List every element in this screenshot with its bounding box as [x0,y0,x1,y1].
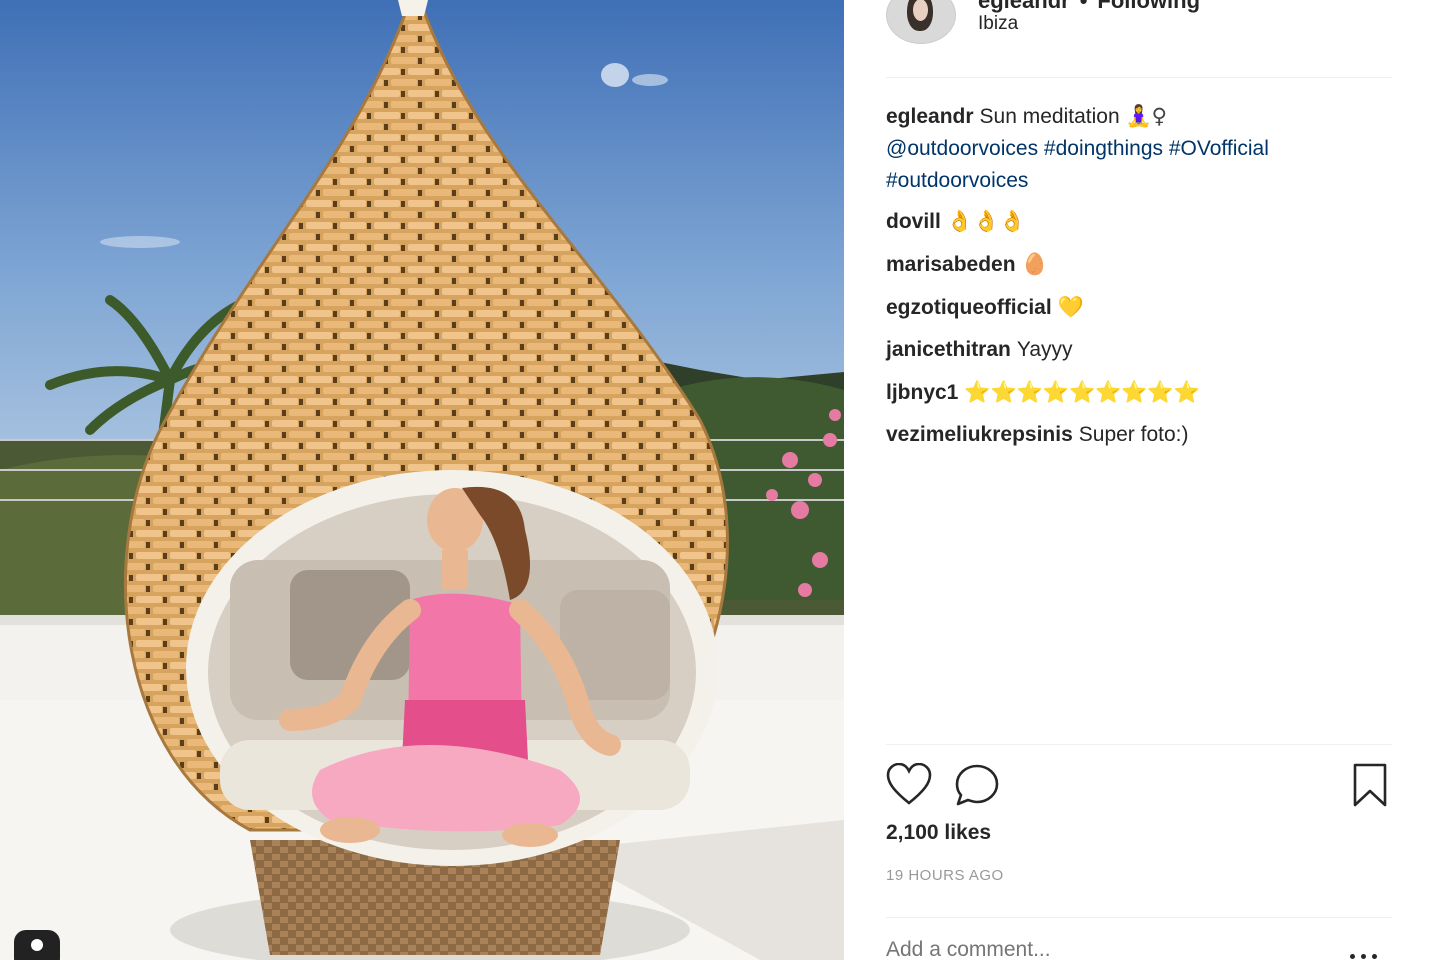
post-actions: 2,100 likes 19 HOURS AGO [886,744,1392,960]
comment-username[interactable]: egleandr [886,105,974,128]
post-photo[interactable] [0,0,844,960]
add-comment-input[interactable] [886,938,1326,960]
hashtag-link[interactable]: #OVofficial [1169,137,1269,160]
post-header: egleandr • Following Ibiza [886,0,1392,78]
header-username[interactable]: egleandr [978,0,1070,13]
heart-icon[interactable] [886,763,932,807]
comment-username[interactable]: ljbnyc1 [886,381,958,404]
comment-username[interactable]: egzotiqueofficial [886,296,1052,319]
header-separator: • [1079,0,1088,13]
comment-text: Sun meditation [979,105,1120,128]
comment-text: Super foto:) [1078,423,1189,446]
mention-link[interactable]: @outdoorvoices [886,137,1038,160]
comment-username[interactable]: janicethitran [886,338,1011,361]
caption: egleandr Sun meditation 🧘‍♀️♀ @outdoorvoi… [886,100,1392,197]
yellow-heart-emoji-icon: 💛 [1057,295,1084,319]
post-sidebar: egleandr • Following Ibiza egleandr Sun med… [844,0,1440,960]
tag-people-icon[interactable] [14,930,60,960]
likes-count[interactable]: 2,100 likes [886,821,991,845]
comment-item: dovill 👌👌👌 [886,205,1392,238]
post-timestamp[interactable]: 19 HOURS AGO [886,867,1004,884]
egg-emoji-icon: 🥚 [1021,252,1048,276]
comment-item: vezimeliukrepsinis Super foto:) [886,419,1392,451]
comment-username[interactable]: marisabeden [886,253,1016,276]
avatar[interactable] [886,0,956,44]
meditation-emoji-icon: 🧘‍♀️♀ [1125,104,1167,128]
comment-item: egzotiqueofficial 💛 [886,291,1392,324]
comments-list: egleandr Sun meditation 🧘‍♀️♀ @outdoorvoi… [886,100,1392,461]
bookmark-icon[interactable] [1350,763,1390,807]
star-emoji-icon: ⭐⭐⭐⭐⭐⭐⭐⭐⭐ [964,380,1200,405]
following-button[interactable]: Following [1097,0,1200,13]
add-comment-section [886,917,1392,960]
comment-icon[interactable] [954,763,1000,807]
comment-username[interactable]: vezimeliukrepsinis [886,423,1073,446]
location-link[interactable]: Ibiza [978,13,1018,35]
hashtag-link[interactable]: #outdoorvoices [886,169,1028,192]
more-options-icon[interactable] [1350,946,1384,959]
comment-text: Yayyy [1016,338,1073,361]
comment-item: marisabeden 🥚 [886,248,1392,281]
comment-username[interactable]: dovill [886,210,941,233]
comment-item: janicethitran Yayyy [886,334,1392,366]
meditation-photo-illustration [0,0,844,960]
hashtag-link[interactable]: #doingthings [1044,137,1163,160]
ok-hand-emoji-icon: 👌👌👌 [946,209,1026,233]
comment-item: ljbnyc1 ⭐⭐⭐⭐⭐⭐⭐⭐⭐ [886,376,1392,409]
header-username-row: egleandr • Following [978,0,1200,14]
